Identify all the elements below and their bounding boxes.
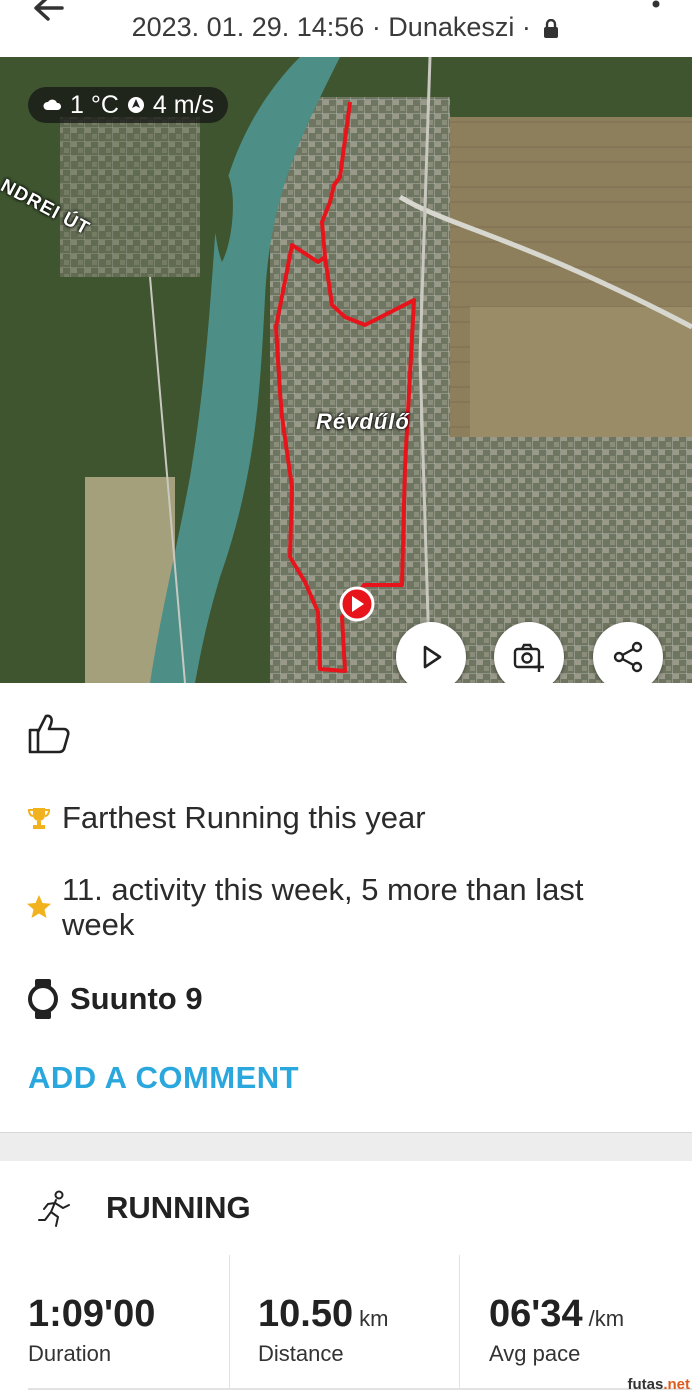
lock-icon — [544, 18, 559, 38]
subtitle-text: 2023. 01. 29. 14:56 · Dunakeszi · — [131, 12, 531, 42]
achievement-weekly-text: 11. activity this week, 5 more than last… — [62, 872, 584, 942]
map-place-label: Révdűlő — [316, 409, 410, 434]
stats-bottom-divider — [28, 1388, 692, 1390]
watermark-suffix: .net — [663, 1376, 690, 1393]
section-divider — [0, 1132, 692, 1161]
stat-distance-value: 10.50 km — [258, 1293, 389, 1335]
watermark-text: futas — [627, 1376, 664, 1393]
wind-icon — [127, 97, 144, 113]
achievement-farthest-text: Farthest Running this year — [62, 800, 426, 835]
stats-row: 1:09'00 Duration 10.50 km Distance 06'34/… — [0, 1255, 692, 1400]
stat-pace-label: Avg pace — [489, 1341, 581, 1366]
activity-type-row: RUNNING — [0, 1160, 692, 1255]
cloud-icon — [43, 99, 62, 110]
route-map[interactable]: 1 °C 4 m/s NDREI ÚT Révdűlő — [0, 57, 692, 683]
play-icon — [423, 645, 442, 669]
watermark: futas.net — [627, 1376, 690, 1393]
running-icon — [38, 1190, 70, 1227]
device-row: Suunto 9 — [26, 978, 203, 1020]
trophy-icon — [27, 808, 51, 829]
satellite-map — [0, 57, 692, 683]
add-photo-icon — [513, 643, 544, 672]
share-button[interactable] — [593, 622, 663, 683]
activity-subtitle: 2023. 01. 29. 14:56 · Dunakeszi · — [0, 12, 692, 43]
stat-divider — [229, 1255, 230, 1390]
add-comment-button[interactable]: ADD A COMMENT — [28, 1060, 299, 1096]
share-icon — [613, 641, 643, 673]
replay-button[interactable] — [396, 622, 466, 683]
watch-icon — [28, 979, 58, 1019]
add-photo-button[interactable] — [494, 622, 564, 683]
device-name: Suunto 9 — [70, 981, 203, 1016]
weather-wind: 4 m/s — [152, 91, 215, 119]
achievement-farthest: Farthest Running this year — [26, 800, 426, 836]
star-icon — [27, 895, 51, 918]
app-header: 2023. 01. 29. 14:56 · Dunakeszi · — [0, 0, 692, 57]
thumbs-up-icon[interactable] — [26, 710, 72, 756]
weather-temp: 1 °C — [70, 91, 119, 119]
activity-type-title: RUNNING — [106, 1190, 251, 1225]
stat-duration-value: 1:09'00 — [28, 1293, 156, 1335]
more-vertical-icon[interactable] — [646, 0, 666, 26]
stat-pace-value: 06'34/km — [489, 1293, 625, 1335]
stat-duration-label: Duration — [28, 1341, 112, 1366]
achievement-weekly: 11. activity this week, 5 more than last… — [26, 872, 646, 942]
stat-divider — [459, 1255, 460, 1390]
weather-badge: 1 °C 4 m/s — [28, 87, 229, 123]
stat-distance-label: Distance — [258, 1341, 344, 1366]
